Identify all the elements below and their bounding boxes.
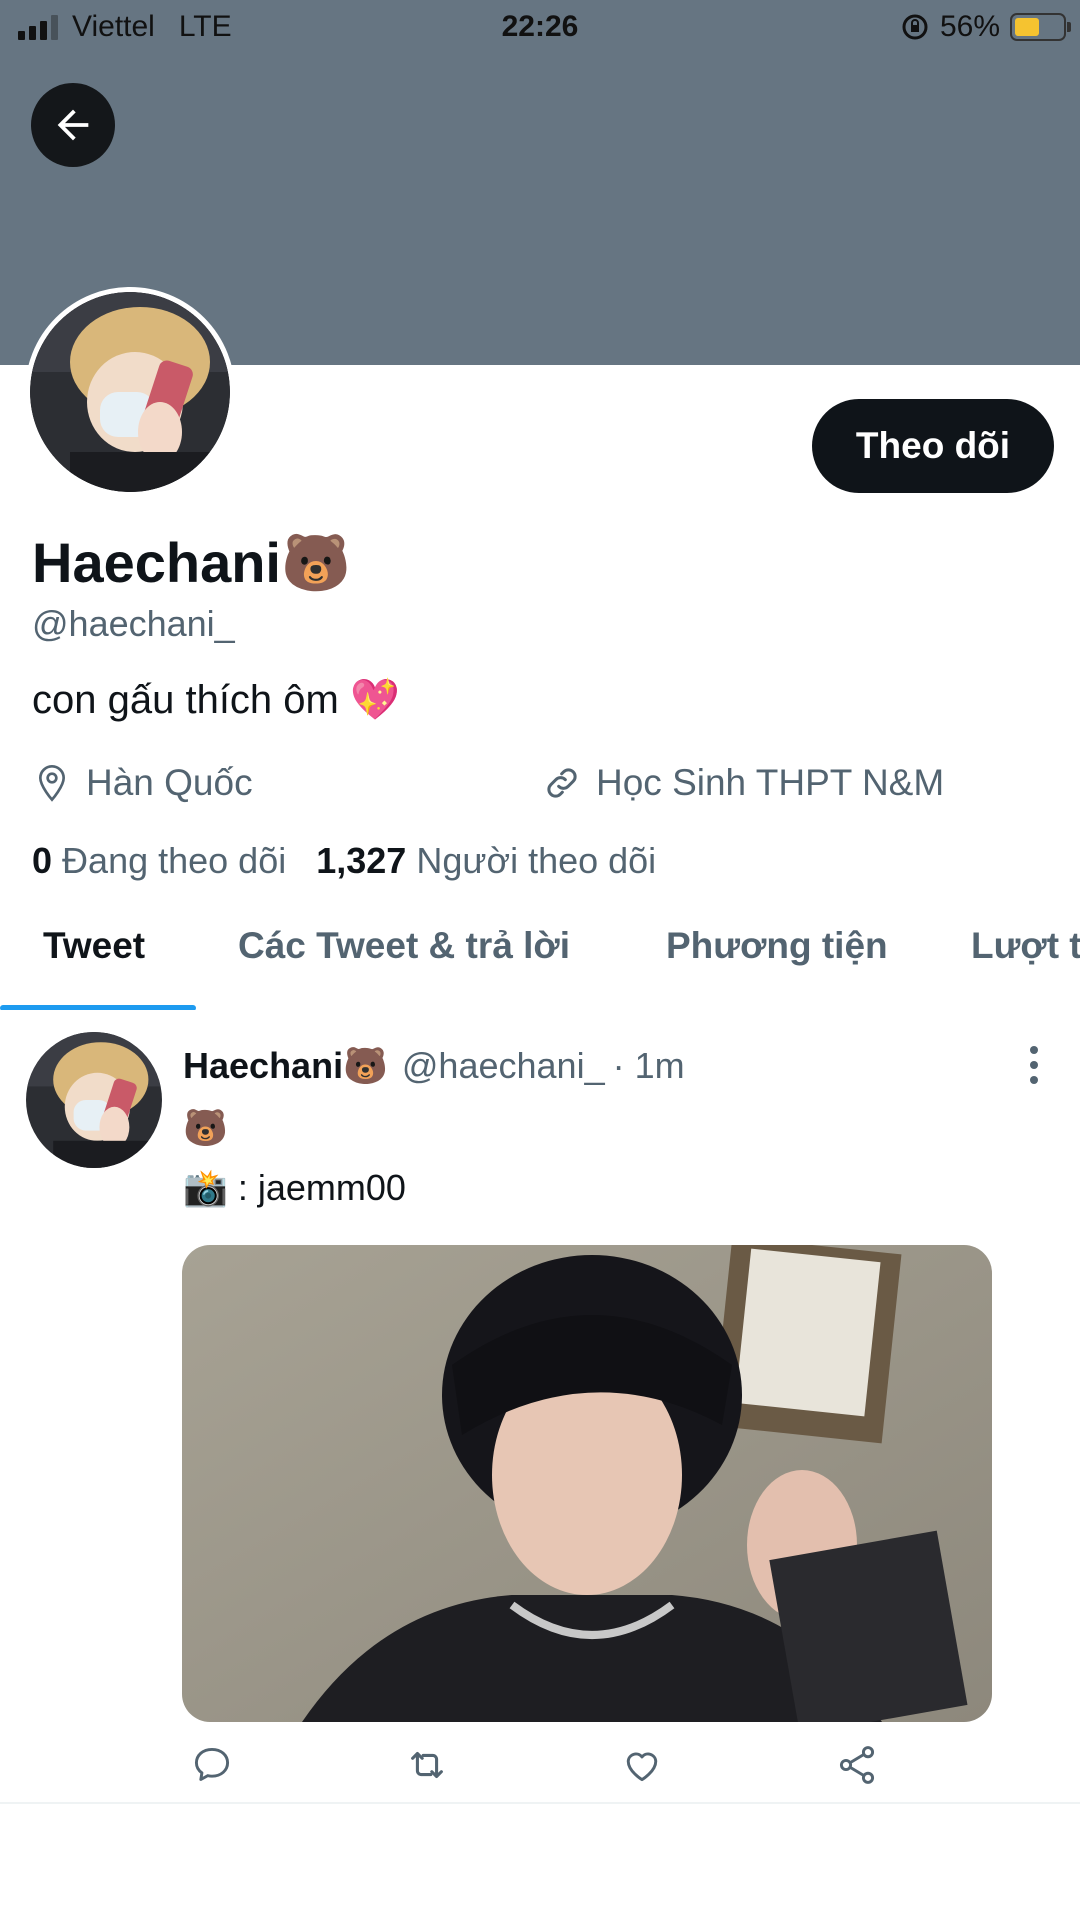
tweet-text-line-1: 🐻 [183, 1107, 228, 1148]
orientation-lock-icon [902, 14, 928, 40]
link-text[interactable]: Học Sinh THPT N&M [596, 762, 944, 804]
share-button[interactable] [827, 1735, 887, 1795]
tweet-author-name[interactable]: Haechani🐻 [183, 1045, 388, 1087]
tweet-item[interactable]: Haechani🐻 @haechani_ · 1m 🐻 📸 : jaemm00 [0, 1010, 1080, 1804]
profile-location: Hàn Quốc [32, 762, 253, 804]
following-stat[interactable]: 0 Đang theo dõi [32, 840, 286, 882]
tweet-author-handle: @haechani_ [401, 1045, 605, 1086]
profile-avatar[interactable] [25, 287, 235, 497]
profile-handle: @haechani_ [32, 603, 235, 644]
location-text: Hàn Quốc [86, 762, 253, 803]
reply-button[interactable] [182, 1735, 242, 1795]
profile-bio: con gấu thích ôm 💖 [32, 678, 400, 722]
tab-media[interactable]: Phương tiện [666, 925, 888, 967]
more-options-icon[interactable] [1014, 1046, 1054, 1086]
arrow-left-icon [57, 109, 89, 141]
battery-icon [1010, 13, 1071, 41]
tweet-actions [182, 1735, 902, 1795]
following-label: Đang theo dõi [62, 840, 287, 881]
profile-link[interactable]: Học Sinh THPT N&M [542, 762, 944, 804]
status-bar: Viettel LTE 22:26 56% [0, 0, 1080, 60]
follow-button[interactable]: Theo dõi [812, 399, 1054, 493]
profile-display-name: Haechani🐻 [32, 531, 351, 594]
retweet-button[interactable] [397, 1735, 457, 1795]
followers-stat[interactable]: 1,327 Người theo dõi [316, 840, 656, 882]
tweet-media-photo[interactable] [182, 1245, 992, 1722]
following-count: 0 [32, 840, 53, 881]
back-button[interactable] [31, 83, 115, 167]
link-icon [547, 768, 577, 798]
photo-image [182, 1245, 992, 1722]
profile-tabs: Tweet Các Tweet & trả lời Phương tiện Lư… [0, 905, 1080, 1010]
avatar-image [26, 1032, 162, 1168]
location-pin-icon [38, 764, 66, 802]
retweet-icon [411, 1751, 443, 1779]
tab-tweets[interactable]: Tweet [43, 925, 145, 967]
like-button[interactable] [612, 1735, 672, 1795]
share-icon [839, 1746, 875, 1784]
like-icon [626, 1752, 658, 1782]
tweet-avatar[interactable] [26, 1032, 162, 1168]
tweet-timestamp: · 1m [612, 1045, 685, 1086]
tweet-header: Haechani🐻 @haechani_ · 1m [183, 1045, 685, 1087]
avatar-image [30, 292, 230, 492]
tweet-text-line-2: 📸 : jaemm00 [183, 1167, 406, 1208]
tab-likes[interactable]: Lượt t [971, 925, 1080, 967]
follow-stats: 0 Đang theo dõi 1,327 Người theo dõi [32, 840, 656, 882]
followers-label: Người theo dõi [416, 840, 657, 881]
battery-percent: 56% [939, 10, 1000, 43]
followers-count: 1,327 [316, 840, 407, 881]
tab-tweets-replies[interactable]: Các Tweet & trả lời [238, 925, 570, 967]
reply-icon [194, 1747, 230, 1781]
